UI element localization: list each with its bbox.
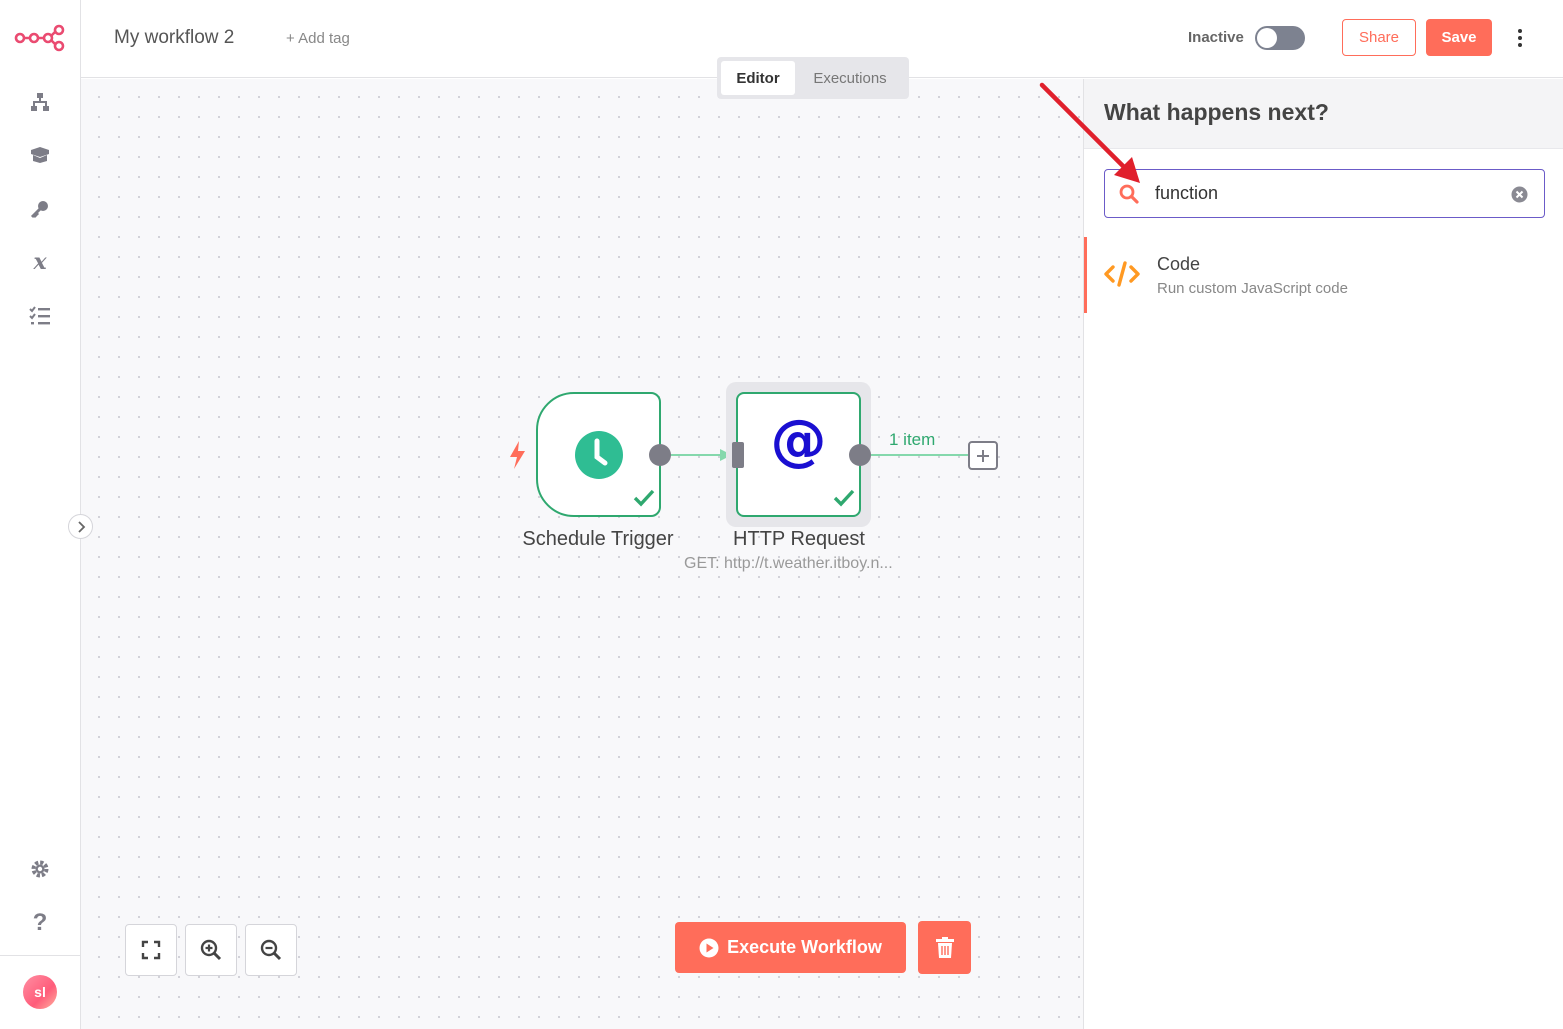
fit-view-icon — [141, 940, 161, 960]
node-http-request[interactable]: @ — [736, 392, 861, 517]
sidebar-divider — [0, 955, 81, 956]
result-description: Run custom JavaScript code — [1157, 280, 1348, 297]
tab-executions[interactable]: Executions — [795, 61, 905, 95]
success-check-icon — [633, 489, 655, 507]
workflows-icon[interactable] — [26, 88, 54, 116]
search-result-item[interactable]: Code Run custom JavaScript code — [1084, 237, 1563, 313]
play-icon — [699, 938, 719, 957]
node-schedule-trigger[interactable] — [536, 392, 661, 517]
clear-execution-button[interactable] — [918, 921, 971, 974]
at-sign-icon: @ — [770, 408, 827, 473]
view-tabs: Editor Executions — [717, 57, 909, 99]
active-status-label: Inactive — [1188, 29, 1244, 46]
executions-icon[interactable] — [26, 302, 54, 330]
workflow-canvas[interactable] — [81, 79, 1083, 1029]
toggle-knob — [1257, 28, 1277, 48]
zoom-out-button[interactable] — [245, 924, 297, 976]
variables-icon[interactable]: x — [26, 248, 54, 276]
code-icon — [1104, 261, 1140, 287]
more-options-icon[interactable] — [1511, 22, 1529, 54]
credentials-icon[interactable] — [26, 195, 54, 223]
output-handle[interactable] — [849, 444, 871, 466]
tab-editor[interactable]: Editor — [721, 61, 795, 95]
search-icon — [1119, 184, 1139, 204]
avatar[interactable]: sl — [23, 975, 57, 1009]
zoom-in-button[interactable] — [185, 924, 237, 976]
clear-search-icon[interactable] — [1511, 186, 1528, 203]
chevron-right-icon — [77, 520, 85, 533]
execute-workflow-button[interactable]: Execute Workflow — [675, 922, 906, 973]
result-title: Code — [1157, 254, 1201, 274]
sidebar: x ? sl — [0, 0, 81, 1029]
save-button[interactable]: Save — [1426, 19, 1492, 56]
trash-icon — [935, 936, 954, 958]
input-handle[interactable] — [732, 442, 744, 468]
active-toggle[interactable] — [1255, 26, 1305, 50]
execute-workflow-label: Execute Workflow — [727, 937, 882, 957]
help-icon[interactable]: ? — [26, 909, 54, 937]
trigger-bolt-icon — [510, 441, 525, 469]
zoom-to-fit-button[interactable] — [125, 924, 177, 976]
success-check-icon — [833, 489, 855, 507]
share-button[interactable]: Share — [1342, 19, 1416, 56]
node-label: Schedule Trigger — [522, 528, 674, 550]
zoom-out-icon — [260, 939, 282, 961]
n8n-logo[interactable] — [14, 24, 66, 52]
panel-header: What happens next? — [1084, 79, 1563, 149]
panel-title: What happens next? — [1104, 99, 1329, 125]
settings-icon[interactable] — [26, 855, 54, 883]
plus-icon — [977, 449, 989, 462]
workflow-name[interactable]: My workflow 2 — [114, 27, 234, 49]
clock-icon — [575, 431, 623, 479]
expand-sidebar-button[interactable] — [68, 514, 93, 539]
add-node-button[interactable] — [968, 441, 998, 470]
node-creator-panel: What happens next? Code Run custom JavaS… — [1083, 79, 1563, 1029]
templates-icon[interactable] — [26, 141, 54, 169]
node-subtitle: GET: http://t.weather.itboy.n... — [684, 555, 893, 572]
zoom-in-icon — [200, 939, 222, 961]
node-label: HTTP Request — [733, 528, 865, 550]
item-count-label: 1 item — [889, 430, 936, 449]
add-tag-button[interactable]: + Add tag — [286, 30, 350, 47]
search-input[interactable] — [1155, 183, 1495, 204]
node-search-box[interactable] — [1104, 169, 1545, 218]
output-handle[interactable] — [649, 444, 671, 466]
